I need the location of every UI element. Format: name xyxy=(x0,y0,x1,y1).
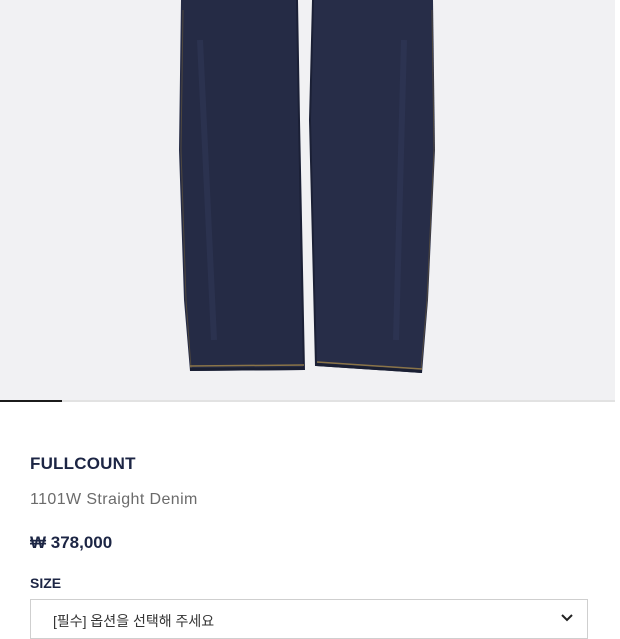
chevron-down-icon xyxy=(561,614,573,622)
gallery-progress-indicator xyxy=(0,400,62,402)
product-name: 1101W Straight Denim xyxy=(30,491,198,508)
product-price: ₩ 378,000 xyxy=(30,533,113,552)
size-select-value: [필수] 옵션을 선택해 주세요 xyxy=(53,613,215,629)
gallery-progress-track xyxy=(0,400,615,402)
product-image xyxy=(179,0,435,373)
size-option-label: SIZE xyxy=(30,575,62,591)
product-image-gallery[interactable] xyxy=(0,0,615,400)
scrollbar[interactable] xyxy=(615,0,620,620)
brand-name[interactable]: FULLCOUNT xyxy=(30,454,136,474)
size-select[interactable]: [필수] 옵션을 선택해 주세요 xyxy=(30,599,588,639)
